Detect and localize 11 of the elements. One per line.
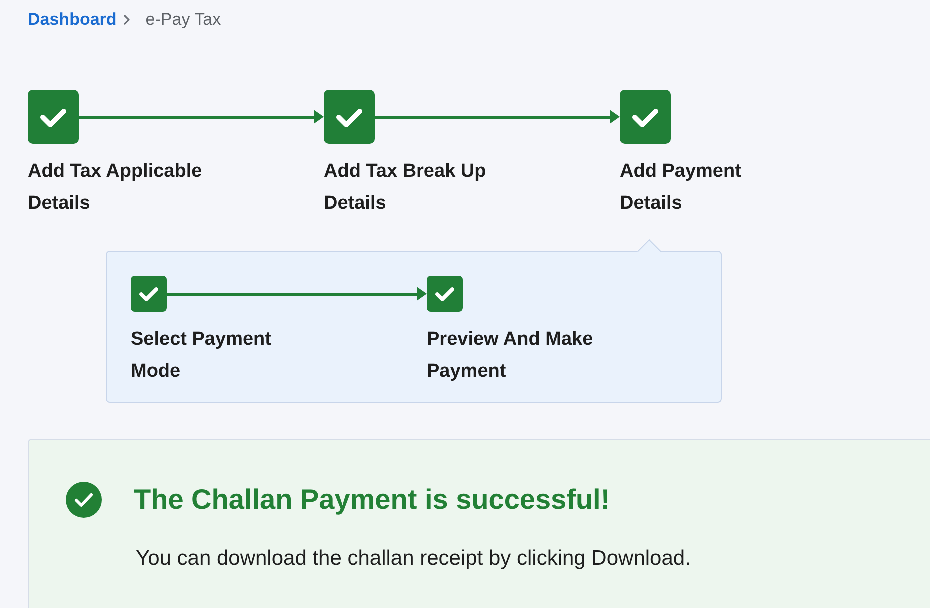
breadcrumb-link[interactable]: Dashboard	[28, 8, 117, 32]
breadcrumb-current: e-Pay Tax	[146, 9, 222, 31]
check-circle-icon	[66, 482, 102, 518]
step-label: Add Tax Applicable Details	[28, 160, 204, 216]
substep-label: Preview And Make Payment	[427, 328, 594, 384]
result-message: You can download the challan receipt by clicking Download.	[136, 546, 692, 572]
chevron-right-icon	[124, 15, 130, 25]
result-title: The Challan Payment is successful!	[134, 483, 610, 517]
substep-label: Select Payment Mode	[131, 328, 272, 384]
step-label: Add Tax Break Up Details	[324, 160, 488, 216]
step-label: Add Payment Details	[620, 160, 742, 216]
